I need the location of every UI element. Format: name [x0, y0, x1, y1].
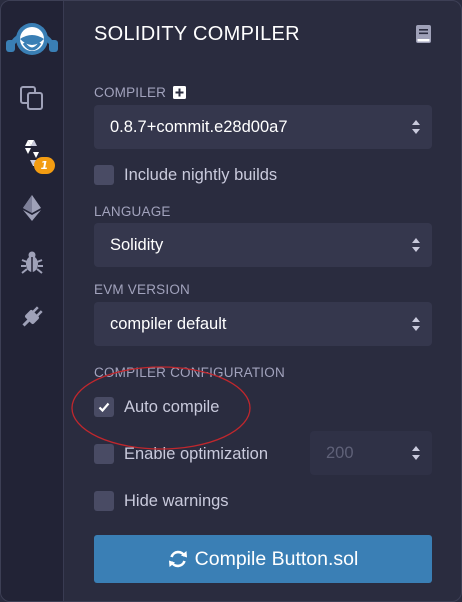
checkmark-icon	[98, 402, 110, 412]
enable-optimization-label[interactable]: Enable optimization	[124, 445, 268, 464]
add-custom-compiler-icon[interactable]	[173, 86, 186, 99]
select-arrows-icon	[412, 120, 420, 134]
evm-version-label: EVM VERSION	[94, 282, 190, 297]
notification-badge: 1	[34, 157, 55, 174]
enable-optimization-checkbox[interactable]	[94, 444, 114, 464]
hide-warnings-label[interactable]: Hide warnings	[124, 492, 229, 511]
nightly-builds-label[interactable]: Include nightly builds	[124, 166, 277, 185]
stepper-arrows-icon	[412, 446, 420, 460]
compile-button[interactable]: Compile Button.sol	[94, 535, 432, 583]
compiler-panel: SOLIDITY COMPILER COMPILER 0.8.7+commit.…	[64, 1, 461, 601]
optimization-row: Enable optimization	[94, 443, 268, 465]
auto-compile-label[interactable]: Auto compile	[124, 398, 219, 417]
select-arrows-icon	[412, 238, 420, 252]
compiler-version-value: 0.8.7+commit.e28d00a7	[110, 117, 288, 136]
compiler-version-select[interactable]: 0.8.7+commit.e28d00a7	[94, 105, 432, 149]
refresh-icon	[168, 550, 187, 568]
debugger-icon[interactable]	[17, 247, 47, 277]
documentation-icon[interactable]	[416, 25, 431, 43]
auto-compile-checkbox[interactable]	[94, 397, 114, 417]
language-select[interactable]: Solidity	[94, 223, 432, 267]
language-value: Solidity	[110, 235, 164, 254]
compiler-label: COMPILER	[94, 85, 167, 100]
nightly-builds-row: Include nightly builds	[94, 164, 277, 186]
optimization-runs-input: 200	[310, 431, 432, 475]
panel-title: SOLIDITY COMPILER	[94, 23, 300, 45]
hide-warnings-row: Hide warnings	[94, 490, 229, 512]
select-arrows-icon	[412, 317, 420, 331]
compiler-configuration-label: COMPILER CONFIGURATION	[94, 365, 285, 380]
plugin-manager-icon[interactable]	[17, 302, 47, 332]
evm-version-value: compiler default	[110, 314, 227, 333]
remix-logo-icon[interactable]	[5, 9, 59, 63]
file-explorer-icon[interactable]	[17, 83, 47, 113]
remix-app: 1 SOLIDITY COMPILER COMPILER 0.8.7+commi…	[0, 0, 462, 602]
nightly-builds-checkbox[interactable]	[94, 165, 114, 185]
compile-button-label: Compile Button.sol	[194, 547, 359, 570]
auto-compile-row: Auto compile	[94, 396, 219, 418]
optimization-runs-value: 200	[326, 443, 354, 462]
deploy-run-icon[interactable]	[17, 193, 47, 223]
evm-version-select[interactable]: compiler default	[94, 302, 432, 346]
icon-sidebar: 1	[1, 1, 64, 601]
language-label: LANGUAGE	[94, 204, 171, 219]
hide-warnings-checkbox[interactable]	[94, 491, 114, 511]
